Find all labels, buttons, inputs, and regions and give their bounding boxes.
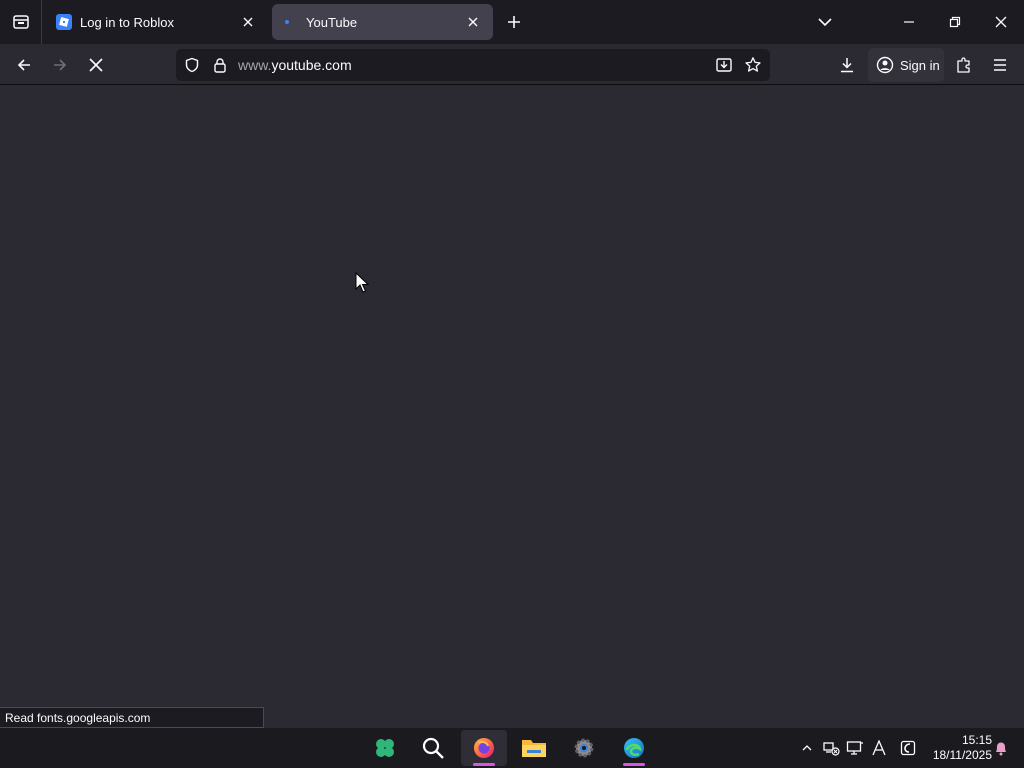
edge-icon [624,738,644,758]
search-button[interactable] [410,730,456,766]
account-icon [876,56,894,74]
tab-youtube[interactable]: YouTube [272,4,493,40]
plus-icon [508,16,520,28]
chevron-down-icon [818,18,832,27]
search-icon [422,737,444,759]
tray-app-icon [900,740,916,756]
status-panel: Read fonts.googleapis.com [0,707,264,728]
url-prefix: www. [238,57,272,73]
network-disconnected-icon [823,742,840,756]
system-clock[interactable]: 15:15 18/11/2025 [926,733,992,763]
puzzle-piece-icon [957,57,970,73]
settings-icon [574,738,594,758]
firefox-view-icon [12,15,29,29]
show-hidden-icons-button[interactable] [797,738,817,758]
firefox-icon [474,738,494,758]
windows-taskbar: 15:15 18/11/2025 [0,728,1024,768]
app-tray-button[interactable] [898,738,918,758]
mouse-cursor-icon [355,271,370,299]
close-icon [995,16,1007,28]
close-tab-icon[interactable] [238,12,258,32]
letter-a-icon [872,740,886,756]
clock-date: 18/11/2025 [932,748,992,762]
input-language-button[interactable] [869,738,889,758]
edge-taskbar-button[interactable] [611,730,657,766]
clover-app-icon [376,739,394,757]
minimize-button[interactable] [886,0,932,44]
app-menu-button[interactable] [984,49,1016,81]
bookmark-star-icon[interactable] [741,53,765,77]
arrow-left-icon [17,59,30,71]
sign-in-label: Sign in [900,57,940,73]
notifications-button[interactable] [991,738,1011,758]
forward-button[interactable] [44,49,76,81]
clock-time: 15:15 [961,733,992,747]
file-explorer-button[interactable] [511,730,557,766]
navigation-toolbar: www.youtube.com Sign in [0,44,1024,85]
tracking-protection-shield-icon[interactable] [180,53,204,77]
display-button[interactable] [845,738,865,758]
downloads-button[interactable] [831,49,863,81]
url-bar[interactable]: www.youtube.com [176,49,770,81]
restore-button[interactable] [932,0,978,44]
file-explorer-icon [522,740,546,757]
tab-strip: Log in to Roblox YouTube [0,0,1024,44]
tab-title: YouTube [306,14,358,30]
clover-app-button[interactable] [362,730,408,766]
download-icon [841,58,853,73]
new-tab-button[interactable] [500,8,528,36]
minimize-icon [904,21,914,23]
list-all-tabs-button[interactable] [811,8,839,36]
extensions-button[interactable] [948,49,980,81]
network-status-button[interactable] [821,738,841,758]
bell-icon [996,742,1006,756]
lock-icon[interactable] [208,53,232,77]
sign-in-button[interactable]: Sign in [868,48,944,82]
back-button[interactable] [8,49,40,81]
tab-title: Log in to Roblox [80,14,174,30]
settings-button[interactable] [561,730,607,766]
install-page-icon[interactable] [712,53,736,77]
hamburger-menu-icon [994,59,1006,71]
chevron-up-icon [802,745,812,751]
close-window-button[interactable] [978,0,1024,44]
loading-indicator-icon [282,14,298,30]
stop-icon [89,58,103,72]
monitor-icon [846,741,863,755]
stop-loading-button[interactable] [80,49,112,81]
tab-roblox[interactable]: Log in to Roblox [46,4,268,40]
firefox-view-button[interactable] [0,0,42,44]
roblox-favicon-icon [56,14,72,30]
restore-icon [949,16,961,28]
url-text[interactable]: www.youtube.com [238,57,352,73]
url-domain: youtube.com [271,57,352,73]
firefox-taskbar-button[interactable] [461,730,507,766]
close-tab-icon[interactable] [463,12,483,32]
arrow-right-icon [54,59,67,71]
page-content[interactable] [0,85,1024,728]
